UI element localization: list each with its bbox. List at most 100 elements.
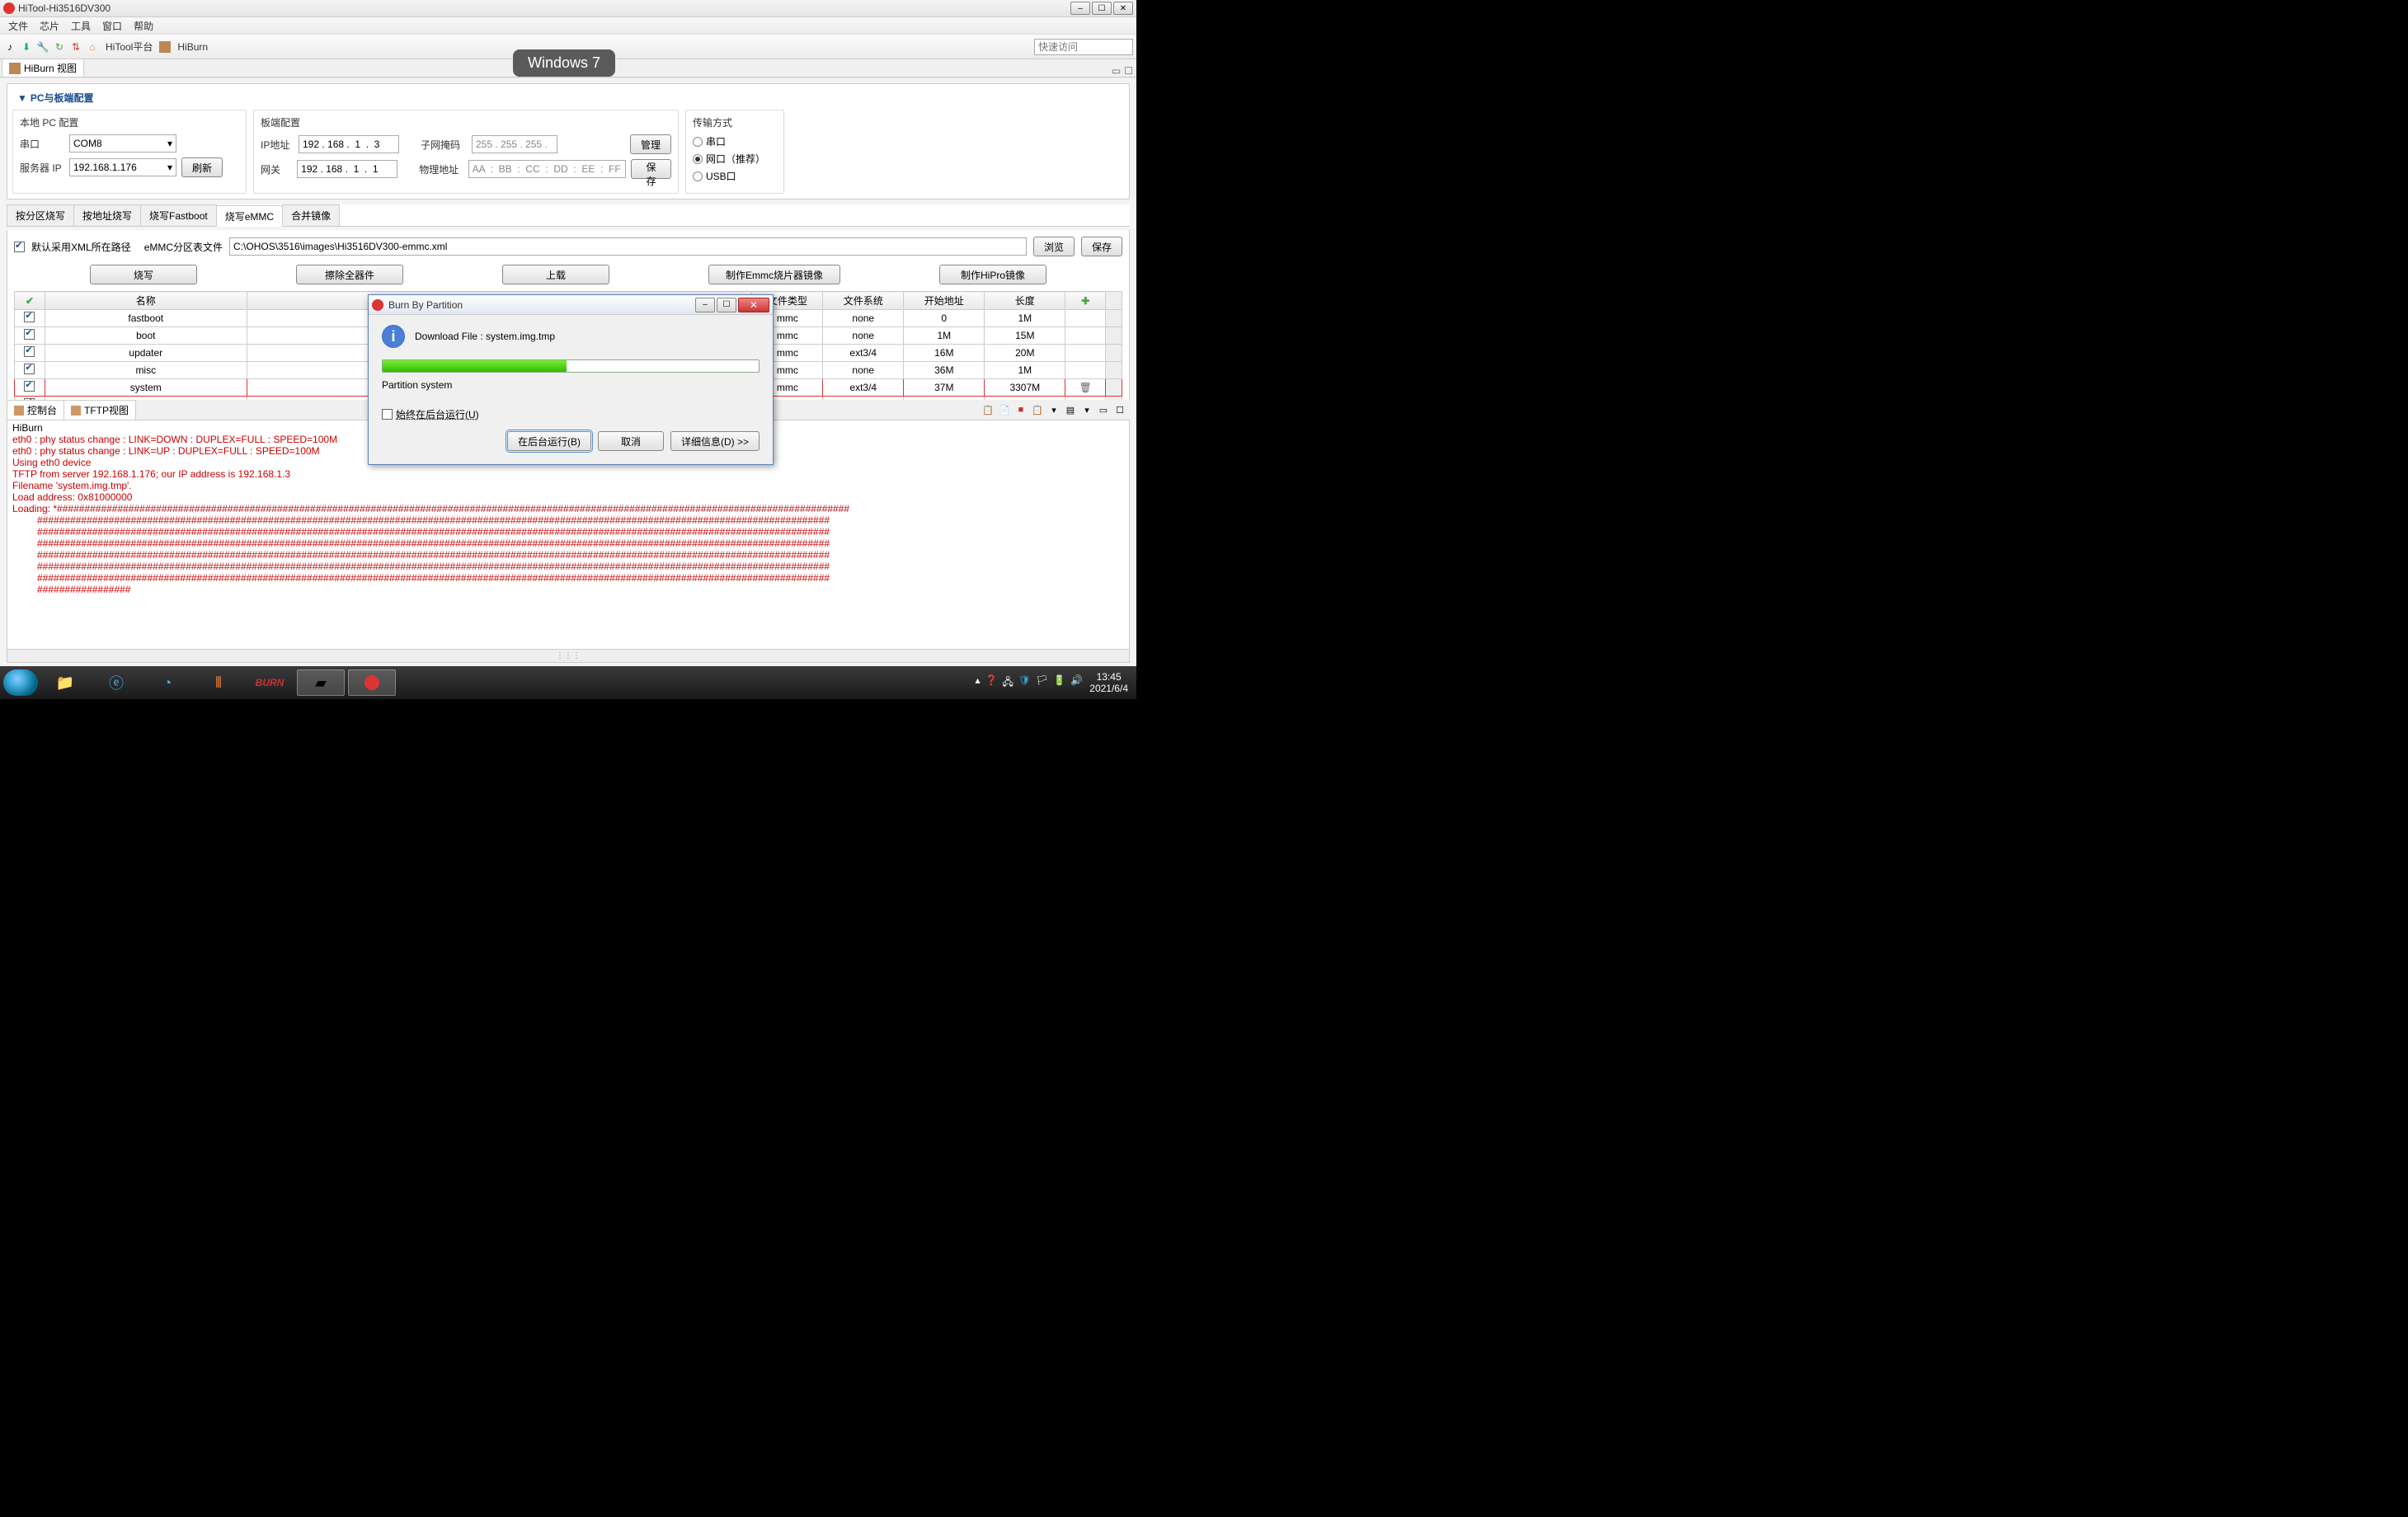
menu-window[interactable]: 窗口	[97, 17, 127, 35]
menu-chip[interactable]: 芯片	[35, 17, 64, 35]
row-checkbox[interactable]	[24, 381, 35, 392]
board-title: 板端配置	[261, 115, 671, 129]
check-all-icon[interactable]: ✔	[26, 295, 34, 307]
taskbar-terminal[interactable]: ▰	[297, 669, 345, 696]
trash-icon[interactable]: 🗑	[1079, 382, 1092, 393]
refresh-button[interactable]: 刷新	[181, 157, 223, 177]
taskbar-burn[interactable]: BURN	[246, 669, 294, 696]
toolbar-icon-1[interactable]: ♪	[3, 40, 16, 54]
local-pc-panel: 本地 PC 配置 串口 COM8▾ 服务器 IP 192.168.1.176▾ …	[12, 110, 247, 194]
gw-input[interactable]	[297, 160, 397, 178]
browse-button[interactable]: 浏览	[1033, 237, 1075, 256]
taskbar-app1[interactable]: ⫴	[195, 669, 242, 696]
create-emmc-button[interactable]: 制作Emmc烧片器镜像	[708, 265, 840, 284]
always-background-checkbox[interactable]	[382, 409, 393, 420]
console-tool-icon[interactable]: ■	[1014, 403, 1028, 416]
menu-tools[interactable]: 工具	[66, 17, 96, 35]
dialog-minimize-button[interactable]: –	[695, 298, 715, 312]
tab-burn-fastboot[interactable]: 烧写Fastboot	[140, 204, 217, 226]
row-fs: ext3/4	[823, 345, 904, 362]
tab-burn-emmc[interactable]: 烧写eMMC	[216, 205, 283, 227]
toolbar-icon-5[interactable]: ⇅	[69, 40, 82, 54]
config-panel-title[interactable]: ▼PC与板端配置	[12, 89, 1124, 110]
tray-up-icon[interactable]: ▴	[976, 674, 981, 692]
col-name: 名称	[45, 292, 247, 310]
toolbar-icon-2[interactable]: ⬇	[20, 40, 33, 54]
transport-serial-radio[interactable]: 串口	[693, 134, 777, 148]
toolbar-icon-3[interactable]: 🔧	[36, 40, 49, 54]
console-tool-icon[interactable]: ▭	[1097, 403, 1110, 416]
tab-burn-address[interactable]: 按地址烧写	[73, 204, 141, 226]
tray-shield-icon[interactable]: 🛡	[1018, 674, 1031, 692]
home-icon[interactable]: ⌂	[86, 40, 99, 54]
save-board-button[interactable]: 保存	[631, 159, 671, 179]
row-checkbox[interactable]	[24, 346, 35, 357]
minimize-button[interactable]: –	[1070, 2, 1090, 15]
system-clock[interactable]: 13:45 2021/6/4	[1089, 671, 1128, 695]
detail-button[interactable]: 详细信息(D) >>	[670, 431, 760, 451]
transport-usb-radio[interactable]: USB口	[693, 169, 777, 183]
tftp-tab[interactable]: TFTP视图	[63, 400, 136, 420]
console-tool-icon[interactable]: ▤	[1064, 403, 1077, 416]
xml-default-checkbox[interactable]	[14, 242, 25, 252]
serial-select[interactable]: COM8▾	[69, 134, 176, 153]
burn-button[interactable]: 烧写	[90, 265, 197, 284]
dialog-close-button[interactable]: ✕	[738, 298, 769, 312]
hiburn-view-tab[interactable]: HiBurn 视图	[2, 59, 84, 77]
console-tab[interactable]: 控制台	[7, 400, 64, 420]
quick-access-input[interactable]	[1034, 39, 1133, 55]
menu-help[interactable]: 帮助	[129, 17, 158, 35]
tray-battery-icon[interactable]: 🔋	[1053, 674, 1065, 692]
row-fs: none	[823, 362, 904, 379]
erase-button[interactable]: 擦除全器件	[296, 265, 403, 284]
transport-net-radio[interactable]: 网口（推荐）	[693, 152, 777, 166]
menu-file[interactable]: 文件	[3, 17, 33, 35]
console-tool-icon[interactable]: 📄	[998, 403, 1011, 416]
cancel-button[interactable]: 取消	[598, 431, 664, 451]
row-fs: none	[823, 310, 904, 327]
row-checkbox[interactable]	[24, 364, 35, 374]
upload-button[interactable]: 上载	[502, 265, 609, 284]
ip-input[interactable]	[299, 135, 399, 153]
mac-input[interactable]	[468, 160, 626, 178]
view-minimize-icon[interactable]: ▭	[1112, 65, 1121, 77]
start-button[interactable]	[3, 669, 38, 696]
tftp-icon	[71, 406, 81, 416]
hiburn-link[interactable]: HiBurn	[174, 41, 211, 53]
console-tool-icon[interactable]: 📋	[981, 403, 995, 416]
tray-network-icon[interactable]: 🖧	[1003, 674, 1014, 692]
dialog-maximize-button[interactable]: ☐	[717, 298, 736, 312]
row-checkbox[interactable]	[24, 329, 35, 340]
mask-input[interactable]	[472, 135, 557, 153]
col-len: 长度	[985, 292, 1065, 310]
tray-flag-icon[interactable]: 🏳	[1036, 674, 1048, 692]
save-xml-button[interactable]: 保存	[1081, 237, 1122, 256]
tray-help-icon[interactable]: ❓	[985, 674, 998, 692]
manage-button[interactable]: 管理	[630, 134, 671, 154]
taskbar-explorer[interactable]: 📁	[41, 669, 89, 696]
console-tool-icon[interactable]: 📋	[1031, 403, 1044, 416]
server-ip-select[interactable]: 192.168.1.176▾	[69, 158, 176, 176]
tray-volume-icon[interactable]: 🔊	[1070, 674, 1083, 692]
console-tool-icon[interactable]: ▾	[1080, 403, 1093, 416]
view-maximize-icon[interactable]: ☐	[1124, 65, 1133, 77]
console-tool-icon[interactable]: ☐	[1113, 403, 1126, 416]
console-scrollbar[interactable]: ⋮⋮⋮	[7, 650, 1130, 663]
menubar: 文件 芯片 工具 窗口 帮助	[0, 17, 1136, 35]
console-tool-icon[interactable]: ▾	[1047, 403, 1061, 416]
xml-path-input[interactable]	[229, 237, 1027, 256]
tab-burn-partition[interactable]: 按分区烧写	[7, 204, 74, 226]
create-hipro-button[interactable]: 制作HiPro镜像	[939, 265, 1046, 284]
taskbar-edge[interactable]: ◔	[143, 669, 191, 696]
close-button[interactable]: ✕	[1113, 2, 1133, 15]
hitool-platform-link[interactable]: HiTool平台	[102, 40, 156, 54]
taskbar-ie[interactable]: ⓔ	[92, 669, 140, 696]
row-checkbox[interactable]	[24, 312, 35, 322]
maximize-button[interactable]: ☐	[1092, 2, 1112, 15]
tab-merge-image[interactable]: 合并镜像	[282, 204, 340, 226]
run-background-button[interactable]: 在后台运行(B)	[507, 431, 591, 451]
add-row-icon[interactable]: ✚	[1081, 295, 1089, 307]
toolbar-icon-4[interactable]: ↻	[53, 40, 66, 54]
titlebar: HiTool-Hi3516DV300 – ☐ ✕	[0, 0, 1136, 17]
taskbar-hitool[interactable]	[348, 669, 396, 696]
